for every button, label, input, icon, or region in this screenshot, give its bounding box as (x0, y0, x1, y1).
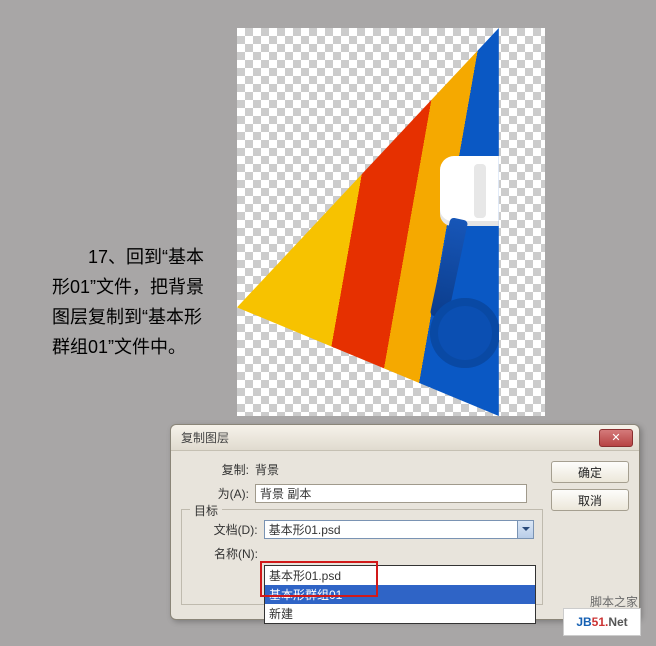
copy-label: 复制: (181, 461, 255, 478)
dropdown-option[interactable]: 基本形01.psd (265, 566, 535, 585)
target-fieldset: 目标 文档(D): 基本形01.psd 名称(N): 基本形01.psd 基本形… (181, 509, 543, 605)
document-label: 文档(D): (190, 521, 264, 538)
dropdown-option-selected[interactable]: 基本形群组01 (265, 585, 535, 604)
cancel-button[interactable]: 取消 (551, 489, 629, 511)
as-input[interactable]: 背景 副本 (255, 484, 527, 503)
dialog-titlebar[interactable]: 复制图层 ✕ (171, 425, 639, 451)
close-icon: ✕ (611, 431, 620, 444)
logo-jb: JB (576, 615, 591, 629)
as-label: 为(A): (181, 485, 255, 502)
dialog-title: 复制图层 (181, 429, 599, 446)
duplicate-layer-dialog: 复制图层 ✕ 确定 取消 复制: 背景 为(A): 背景 副本 目标 文档(D)… (170, 424, 640, 620)
site-name-zh: 脚本之家 (558, 593, 638, 610)
document-dropdown[interactable]: 基本形01.psd 基本形群组01 新建 (264, 565, 536, 624)
photoshop-canvas (237, 28, 545, 416)
document-select-value: 基本形01.psd (269, 521, 341, 538)
logo-net: Net (608, 615, 627, 629)
document-select[interactable]: 基本形01.psd (264, 520, 534, 539)
logo-51: 51. (592, 615, 609, 629)
as-input-value: 背景 副本 (260, 485, 311, 502)
image-content (237, 28, 545, 416)
ok-button[interactable]: 确定 (551, 461, 629, 483)
close-button[interactable]: ✕ (599, 429, 633, 447)
name-label: 名称(N): (190, 545, 264, 562)
dropdown-option[interactable]: 新建 (265, 604, 535, 623)
site-watermark: 脚本之家 JB51.Net (563, 608, 641, 636)
tutorial-step-text: 17、回到“基本形01”文件，把背景图层复制到“基本形群组01”文件中。 (52, 242, 212, 362)
chevron-down-icon[interactable] (517, 521, 533, 538)
target-legend: 目标 (190, 502, 222, 519)
